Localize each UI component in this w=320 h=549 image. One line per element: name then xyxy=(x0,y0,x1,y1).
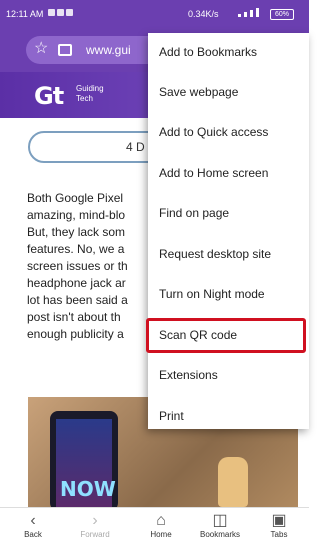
hand-graphic xyxy=(218,457,248,507)
site-logo[interactable]: Gt xyxy=(34,82,64,110)
home-label: Home xyxy=(150,530,172,539)
status-time: 12:11 AM xyxy=(6,9,44,19)
forward-button[interactable]: › Forward xyxy=(70,511,120,539)
lock-icon xyxy=(58,44,72,56)
image-text: NOW xyxy=(60,477,116,501)
menu-item-label: Save webpage xyxy=(159,85,239,99)
status-bar: 12:11 AM 0.34K/s 60% xyxy=(0,0,309,28)
menu-item-label: Turn on Night mode xyxy=(159,287,265,301)
menu-item-label: Request desktop site xyxy=(159,247,272,261)
home-icon: ⌂ xyxy=(156,512,166,529)
menu-item-print[interactable]: Print xyxy=(148,397,309,429)
article-line: lot has been said a xyxy=(27,293,128,307)
article-line: headphone jack ar xyxy=(27,276,126,290)
bottom-nav: ‹ Back › Forward ⌂ Home ◫ Bookmarks ▣ Ta… xyxy=(0,507,309,549)
brand-line-1: Guiding xyxy=(76,84,104,93)
article-line: amazing, mind-blo xyxy=(27,208,126,222)
signal-icon xyxy=(238,8,259,17)
forward-label: Forward xyxy=(80,530,110,539)
tabs-label: Tabs xyxy=(270,530,288,539)
bookmarks-label: Bookmarks xyxy=(199,530,240,539)
menu-item-label: Add to Home screen xyxy=(159,166,269,180)
menu-item-add-to-bookmarks[interactable]: Add to Bookmarks xyxy=(148,33,309,73)
menu-item-night-mode[interactable]: Turn on Night mode xyxy=(148,275,309,315)
article-line: screen issues or th xyxy=(27,259,128,273)
home-button[interactable]: ⌂ Home xyxy=(136,511,186,539)
back-icon: ‹ xyxy=(30,512,36,529)
network-speed: 0.34K/s xyxy=(188,9,219,19)
article-line: But, they lack som xyxy=(27,225,126,239)
menu-item-label: Print xyxy=(159,409,184,423)
menu-item-label: Extensions xyxy=(159,368,218,382)
bookmarks-button[interactable]: ◫ Bookmarks xyxy=(195,511,245,539)
menu-item-extensions[interactable]: Extensions xyxy=(148,356,309,396)
tabs-button[interactable]: ▣ Tabs xyxy=(254,511,304,539)
scan-qr-code-highlight xyxy=(146,318,306,353)
menu-item-add-to-quick-access[interactable]: Add to Quick access xyxy=(148,113,309,153)
menu-item-find-on-page[interactable]: Find on page xyxy=(148,194,309,234)
url-text[interactable]: www.gui xyxy=(86,43,131,57)
forward-icon: › xyxy=(92,512,98,529)
article-line: features. No, we a xyxy=(27,242,125,256)
article-line: post isn't about th xyxy=(27,310,121,324)
article-line: Both Google Pixel xyxy=(27,191,124,205)
menu-item-label: Find on page xyxy=(159,206,230,220)
tabs-icon: ▣ xyxy=(271,512,287,529)
menu-item-label: Add to Quick access xyxy=(159,125,269,139)
menu-item-save-webpage[interactable]: Save webpage xyxy=(148,73,309,113)
notification-icons xyxy=(48,9,73,16)
read-time-label: 4 D xyxy=(126,140,145,154)
article-body: Both Google Pixel amazing, mind-blo But,… xyxy=(27,190,157,343)
brand-line-2: Tech xyxy=(76,94,93,103)
menu-item-request-desktop-site[interactable]: Request desktop site xyxy=(148,235,309,275)
bookmarks-icon: ◫ xyxy=(212,512,228,529)
overflow-menu: Add to Bookmarks Save webpage Add to Qui… xyxy=(148,33,309,429)
menu-item-label: Add to Bookmarks xyxy=(159,45,258,59)
menu-item-add-to-home-screen[interactable]: Add to Home screen xyxy=(148,154,309,194)
back-label: Back xyxy=(24,530,42,539)
back-button[interactable]: ‹ Back xyxy=(8,511,58,539)
battery-icon: 60% xyxy=(270,9,294,20)
site-brand: Guiding Tech xyxy=(76,84,104,104)
article-line: enough publicity a xyxy=(27,327,124,341)
star-icon[interactable]: ☆ xyxy=(34,38,48,58)
